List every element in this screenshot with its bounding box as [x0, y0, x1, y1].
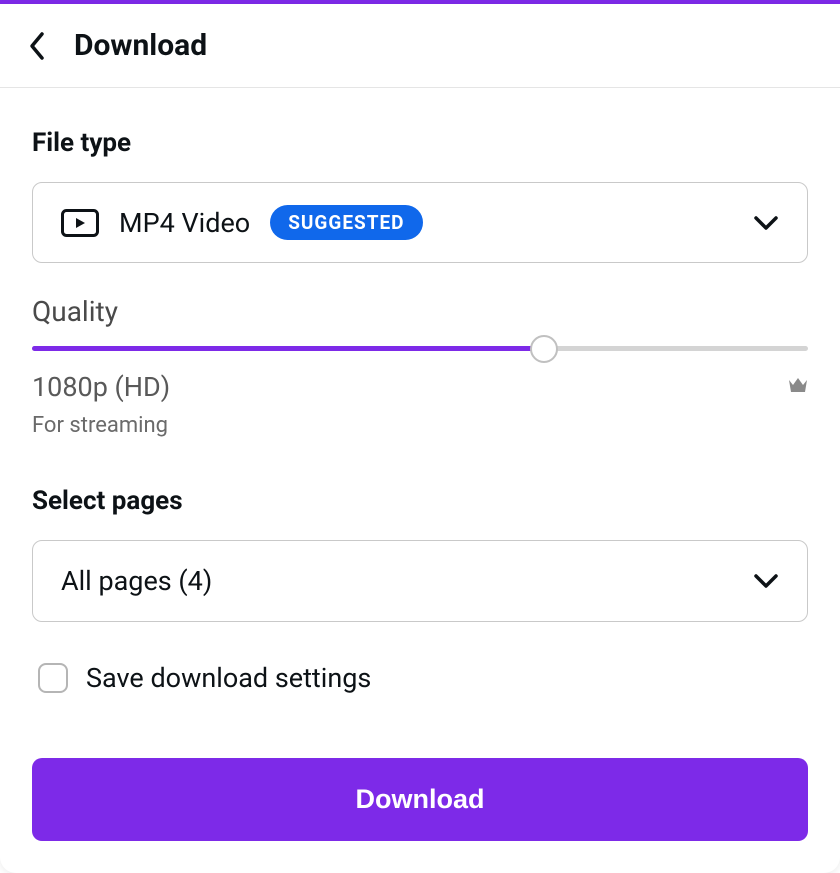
quality-description: For streaming: [32, 413, 808, 438]
quality-info-row: 1080p (HD): [32, 371, 808, 403]
save-settings-checkbox[interactable]: [38, 663, 68, 693]
save-settings-label: Save download settings: [86, 662, 371, 694]
file-type-select[interactable]: MP4 Video SUGGESTED: [32, 182, 808, 263]
back-button[interactable]: [28, 31, 46, 61]
file-type-label: File type: [32, 128, 808, 158]
suggested-badge: SUGGESTED: [270, 205, 422, 240]
panel-header: Download: [0, 4, 840, 87]
video-icon: [61, 209, 99, 237]
save-settings-row: Save download settings: [38, 662, 808, 694]
quality-value: 1080p (HD): [32, 371, 170, 403]
quality-label: Quality: [32, 295, 808, 328]
download-panel: Download File type MP4 Video SUGGESTED Q…: [0, 4, 840, 873]
panel-content: File type MP4 Video SUGGESTED Quality 10…: [0, 88, 840, 873]
slider-fill: [32, 346, 544, 351]
download-button[interactable]: Download: [32, 758, 808, 841]
chevron-left-icon: [28, 31, 46, 61]
chevron-down-icon: [753, 573, 779, 589]
slider-thumb[interactable]: [530, 335, 558, 363]
pages-select[interactable]: All pages (4): [32, 540, 808, 622]
select-pages-label: Select pages: [32, 486, 808, 516]
quality-slider[interactable]: [32, 346, 808, 351]
crown-icon: [788, 377, 808, 393]
page-title: Download: [74, 28, 207, 63]
slider-track: [32, 346, 808, 351]
chevron-down-icon: [753, 215, 779, 231]
pages-value: All pages (4): [61, 565, 212, 597]
file-type-value: MP4 Video: [119, 207, 250, 239]
